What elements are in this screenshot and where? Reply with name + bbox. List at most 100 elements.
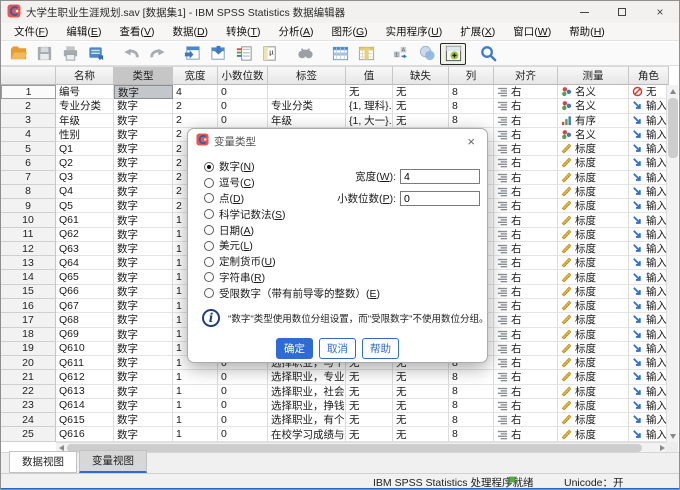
cell-role[interactable]: 输入 — [629, 99, 669, 113]
cell-decimals[interactable]: 0 — [218, 114, 268, 128]
cell-missing[interactable]: 无 — [393, 413, 449, 427]
menu-item[interactable]: 实用程序(U) — [377, 24, 452, 39]
redo-icon[interactable] — [144, 43, 170, 65]
search-icon[interactable] — [475, 43, 501, 65]
cell-measure[interactable]: 标度 — [558, 185, 629, 199]
cell-align[interactable]: 右 — [494, 342, 558, 356]
column-header-值[interactable]: 值 — [346, 66, 393, 85]
cell-role[interactable]: 输入 — [629, 114, 669, 128]
cell-rownum[interactable]: 3 — [1, 114, 56, 128]
cell-type[interactable]: 数字 — [114, 242, 173, 256]
cell-rownum[interactable]: 6 — [1, 156, 56, 170]
column-header[interactable] — [1, 66, 56, 85]
cell-values[interactable]: 无 — [346, 370, 393, 384]
menu-item[interactable]: 图形(G) — [322, 24, 376, 39]
cell-type[interactable]: 数字 — [114, 114, 173, 128]
close-button[interactable]: × — [641, 1, 679, 23]
field-input[interactable] — [400, 191, 480, 206]
cell-role[interactable]: 输入 — [629, 399, 669, 413]
cell-measure[interactable]: 标度 — [558, 370, 629, 384]
scroll-down-icon[interactable] — [667, 431, 678, 441]
cell-width[interactable]: 1 — [173, 399, 218, 413]
cell-decimals[interactable]: 0 — [218, 413, 268, 427]
cell-columns[interactable]: 8 — [449, 385, 494, 399]
vertical-scrollbar[interactable] — [666, 85, 678, 442]
cell-align[interactable]: 右 — [494, 171, 558, 185]
cell-measure[interactable]: 标度 — [558, 171, 629, 185]
cell-role[interactable]: 输入 — [629, 299, 669, 313]
cell-values[interactable]: 无 — [346, 413, 393, 427]
cell-type[interactable]: 数字 — [114, 399, 173, 413]
cell-align[interactable]: 右 — [494, 256, 558, 270]
cell-values[interactable]: {1, 大一}... — [346, 114, 393, 128]
cell-type[interactable]: 数字 — [114, 99, 173, 113]
cell-name[interactable]: Q65 — [56, 270, 114, 284]
cell-name[interactable]: Q68 — [56, 313, 114, 327]
cell-measure[interactable]: 标度 — [558, 328, 629, 342]
cell-type[interactable]: 数字 — [114, 370, 173, 384]
cell-label[interactable]: 选择职业，社会... — [268, 385, 346, 399]
cell-align[interactable]: 右 — [494, 213, 558, 227]
cell-type[interactable]: 数字 — [114, 356, 173, 370]
insert-variable-icon[interactable] — [353, 43, 379, 65]
cell-name[interactable]: Q67 — [56, 299, 114, 313]
cell-align[interactable]: 右 — [494, 128, 558, 142]
cell-type[interactable]: 数字 — [114, 427, 173, 441]
cell-columns[interactable]: 8 — [449, 399, 494, 413]
cell-decimals[interactable]: 0 — [218, 385, 268, 399]
cell-label[interactable]: 选择职业，有个... — [268, 413, 346, 427]
cell-role[interactable]: 输入 — [629, 128, 669, 142]
cell-align[interactable]: 右 — [494, 370, 558, 384]
cell-rownum[interactable]: 19 — [1, 342, 56, 356]
column-header-标签[interactable]: 标签 — [268, 66, 346, 85]
cell-missing[interactable]: 无 — [393, 370, 449, 384]
cell-values[interactable]: 无 — [346, 427, 393, 441]
cell-type[interactable]: 数字 — [114, 342, 173, 356]
cell-align[interactable]: 右 — [494, 156, 558, 170]
cell-values[interactable]: 无 — [346, 399, 393, 413]
cell-name[interactable]: 专业分类 — [56, 99, 114, 113]
cell-measure[interactable]: 标度 — [558, 242, 629, 256]
cell-name[interactable]: Q61 — [56, 213, 114, 227]
insert-cases-icon[interactable] — [327, 43, 353, 65]
cell-rownum[interactable]: 2 — [1, 99, 56, 113]
dialog-close-icon[interactable]: × — [463, 134, 479, 149]
cell-rownum[interactable]: 17 — [1, 313, 56, 327]
cell-measure[interactable]: 标度 — [558, 342, 629, 356]
cell-align[interactable]: 右 — [494, 242, 558, 256]
cell-name[interactable]: Q69 — [56, 328, 114, 342]
cell-name[interactable]: 编号 — [56, 85, 114, 99]
cell-measure[interactable]: 标度 — [558, 228, 629, 242]
cell-type[interactable]: 数字 — [114, 213, 173, 227]
save-file-icon[interactable] — [31, 43, 57, 65]
cell-name[interactable]: 性别 — [56, 128, 114, 142]
cell-rownum[interactable]: 20 — [1, 356, 56, 370]
value-labels-icon[interactable] — [440, 43, 466, 65]
cell-rownum[interactable]: 18 — [1, 328, 56, 342]
cell-name[interactable]: Q615 — [56, 413, 114, 427]
tab-data-view[interactable]: 数据视图 — [9, 451, 77, 473]
cell-rownum[interactable]: 1 — [1, 85, 56, 99]
cell-align[interactable]: 右 — [494, 427, 558, 441]
cell-role[interactable]: 输入 — [629, 242, 669, 256]
cell-align[interactable]: 右 — [494, 385, 558, 399]
cell-align[interactable]: 右 — [494, 399, 558, 413]
cell-type[interactable]: 数字 — [114, 299, 173, 313]
cell-measure[interactable]: 标度 — [558, 399, 629, 413]
radio-option[interactable]: 美元(L) — [204, 238, 380, 254]
cell-rownum[interactable]: 24 — [1, 413, 56, 427]
cell-label[interactable]: 年级 — [268, 114, 346, 128]
horizontal-scrollbar[interactable] — [56, 442, 668, 452]
cell-role[interactable]: 输入 — [629, 142, 669, 156]
cell-name[interactable]: Q2 — [56, 156, 114, 170]
print-icon[interactable] — [57, 43, 83, 65]
cell-label[interactable]: 专业分类 — [268, 99, 346, 113]
cell-missing[interactable]: 无 — [393, 385, 449, 399]
cell-name[interactable]: Q614 — [56, 399, 114, 413]
cell-type[interactable]: 数字 — [114, 228, 173, 242]
cell-columns[interactable]: 8 — [449, 85, 494, 99]
cell-role[interactable]: 输入 — [629, 328, 669, 342]
minimize-button[interactable] — [565, 1, 603, 23]
menu-item[interactable]: 编辑(E) — [57, 24, 110, 39]
vertical-scroll-thumb[interactable] — [668, 98, 678, 158]
